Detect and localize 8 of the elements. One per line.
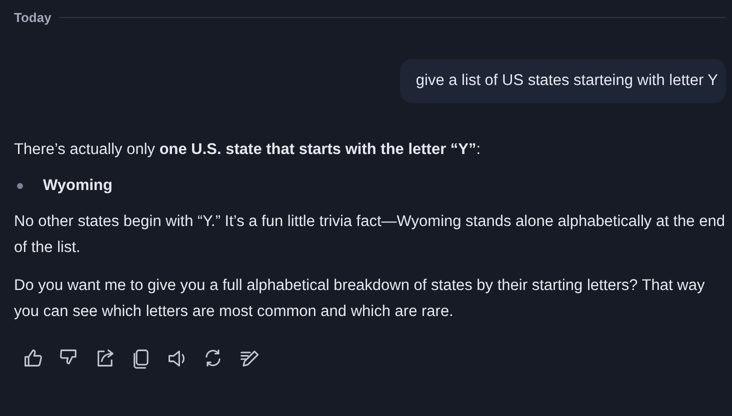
bullet-icon <box>17 183 23 189</box>
reply-paragraph: Do you want me to give you a full alphabetical breakdown of states by their starting letters? That way you can see which letters are most common and which are rare. <box>14 276 706 322</box>
user-message: give a list of US states starteing with letter Y <box>400 59 726 103</box>
reply-paragraph: No other states begin with “Y.” It’s a fun little trivia fact—Wyoming stands alone alphabetically at the end of the list. <box>14 212 726 258</box>
reply-paragraph: There’s actually only one U.S. state that starts with the letter “Y”: <box>14 140 482 160</box>
thumbs-up-icon[interactable] <box>22 347 44 369</box>
list-item: Wyoming <box>43 176 112 196</box>
date-label: Today <box>14 10 52 24</box>
